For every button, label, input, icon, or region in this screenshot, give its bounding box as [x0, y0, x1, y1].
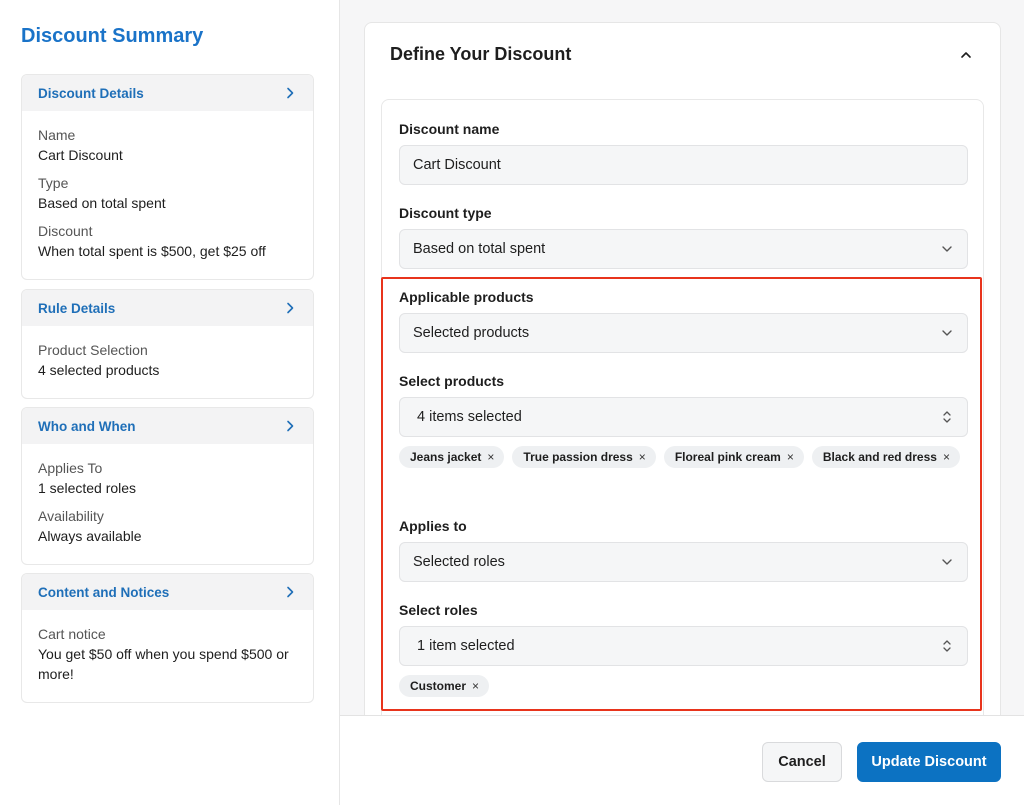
summary-field-label: Name	[38, 127, 76, 143]
summary-card-discount-details: Discount Details Name Cart Discount Type…	[21, 74, 314, 280]
summary-card-heading: Who and When	[38, 418, 136, 434]
applies-to-label: Applies to	[399, 518, 467, 534]
remove-tag-icon[interactable]: ×	[472, 680, 479, 692]
product-tag-label: Black and red dress	[822, 450, 937, 464]
cancel-button[interactable]: Cancel	[762, 742, 842, 782]
summary-card-content-and-notices: Content and Notices Cart notice You get …	[21, 573, 314, 703]
role-tag: Customer ×	[399, 675, 490, 697]
applicable-products-select[interactable]: Selected products	[399, 313, 968, 353]
update-discount-button[interactable]: Update Discount	[857, 742, 1001, 782]
applicable-products-label: Applicable products	[399, 289, 534, 305]
summary-card-heading: Content and Notices	[38, 584, 170, 600]
applicable-products-value: Selected products	[413, 325, 530, 341]
discount-form: Discount name Cart Discount Discount typ…	[381, 99, 984, 805]
selected-products-tags: Jeans jacket × True passion dress × Flor…	[399, 446, 968, 468]
chevron-down-icon	[940, 326, 954, 340]
summary-field-label: Type	[38, 175, 69, 191]
summary-field-label: Availability	[38, 508, 104, 524]
sidebar-title: Discount Summary	[21, 25, 204, 47]
summary-card-body: Applies To 1 selected roles Availability…	[22, 444, 313, 564]
summary-field-label: Applies To	[38, 460, 103, 476]
discount-name-label: Discount name	[399, 121, 500, 137]
select-products-multiselect[interactable]: 4 items selected	[399, 397, 968, 437]
summary-card-who-and-when: Who and When Applies To 1 selected roles…	[21, 407, 314, 565]
select-products-label: Select products	[399, 373, 505, 389]
selected-roles-tags: Customer ×	[399, 675, 968, 697]
product-tag: Black and red dress ×	[811, 446, 960, 468]
action-footer: Cancel Update Discount	[340, 715, 1024, 805]
summary-card-heading: Discount Details	[38, 85, 144, 101]
summary-card-body: Product Selection 4 selected products	[22, 326, 313, 398]
role-tag-label: Customer	[410, 679, 467, 693]
summary-card-heading: Rule Details	[38, 300, 116, 316]
define-discount-panel: Define Your Discount Discount name Cart …	[364, 22, 1001, 805]
summary-field-label: Product Selection	[38, 342, 148, 358]
summary-card-body: Name Cart Discount Type Based on total s…	[22, 111, 313, 279]
summary-card-header-rule-details[interactable]: Rule Details	[22, 290, 313, 326]
product-tag: Floreal pink cream ×	[663, 446, 804, 468]
remove-tag-icon[interactable]: ×	[639, 451, 646, 463]
collapse-panel-button[interactable]	[956, 45, 976, 65]
summary-field-value: Always available	[38, 528, 142, 544]
updown-chevron-icon	[940, 410, 954, 424]
summary-field-label: Discount	[38, 223, 93, 239]
chevron-up-icon	[961, 52, 971, 58]
product-tag-label: Floreal pink cream	[674, 450, 781, 464]
chevron-down-icon	[940, 242, 954, 256]
chevron-down-icon	[940, 555, 954, 569]
summary-card-header-content-and-notices[interactable]: Content and Notices	[22, 574, 313, 610]
select-roles-value: 1 item selected	[417, 638, 515, 654]
panel-title: Define Your Discount	[390, 44, 572, 64]
remove-tag-icon[interactable]: ×	[943, 451, 950, 463]
summary-field-value: Based on total spent	[38, 195, 166, 211]
product-tag-label: Jeans jacket	[410, 450, 482, 464]
summary-field-value: When total spent is $500, get $25 off	[38, 243, 266, 259]
summary-card-rule-details: Rule Details Product Selection 4 selecte…	[21, 289, 314, 399]
discount-summary-sidebar: Discount Summary Discount Details Name C…	[0, 0, 340, 805]
discount-type-label: Discount type	[399, 205, 492, 221]
remove-tag-icon[interactable]: ×	[787, 451, 794, 463]
select-roles-multiselect[interactable]: 1 item selected	[399, 626, 968, 666]
summary-card-header-discount-details[interactable]: Discount Details	[22, 75, 313, 111]
summary-field-value: 1 selected roles	[38, 480, 137, 496]
remove-tag-icon[interactable]: ×	[487, 451, 494, 463]
select-roles-label: Select roles	[399, 602, 478, 618]
summary-field-value: 4 selected products	[38, 362, 160, 378]
summary-card-header-who-and-when[interactable]: Who and When	[22, 408, 313, 444]
chevron-right-icon	[283, 301, 297, 315]
discount-type-value: Based on total spent	[413, 241, 546, 257]
product-tag-label: True passion dress	[523, 450, 633, 464]
applies-to-value: Selected roles	[413, 554, 505, 570]
summary-card-body: Cart notice You get $50 off when you spe…	[22, 610, 313, 702]
product-tag: Jeans jacket ×	[399, 446, 505, 468]
discount-name-value: Cart Discount	[413, 157, 501, 173]
discount-name-input[interactable]: Cart Discount	[399, 145, 968, 185]
chevron-right-icon	[283, 585, 297, 599]
applies-to-select[interactable]: Selected roles	[399, 542, 968, 582]
summary-field-value: You get $50 off when you spend $500 or m…	[38, 646, 289, 682]
chevron-right-icon	[283, 86, 297, 100]
discount-type-select[interactable]: Based on total spent	[399, 229, 968, 269]
chevron-right-icon	[283, 419, 297, 433]
summary-field-label: Cart notice	[38, 626, 106, 642]
main-area: Define Your Discount Discount name Cart …	[340, 0, 1024, 805]
product-tag: True passion dress ×	[512, 446, 656, 468]
summary-field-value: Cart Discount	[38, 147, 123, 163]
select-products-value: 4 items selected	[417, 409, 522, 425]
updown-chevron-icon	[940, 639, 954, 653]
